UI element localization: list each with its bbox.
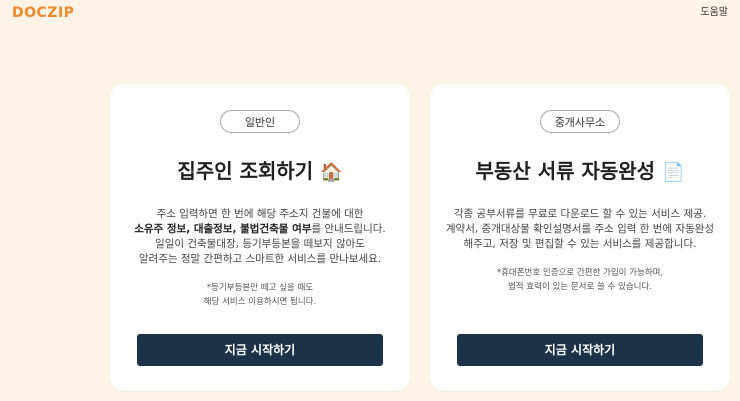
desc-line: 소유주 정보, 대출정보, 불법건축물 여부를 안내드립니다. — [110, 222, 410, 237]
note-line: 해당 서비스 이용하시면 됩니다. — [203, 297, 317, 307]
card-title-text: 부동산 서류 자동완성 — [475, 159, 656, 183]
desc-line: 해주고, 저장 및 편집할 수 있는 서비스를 제공합니다. — [463, 238, 697, 250]
desc-rest: 를 안내드립니다. — [311, 223, 386, 235]
card-title-text: 집주인 조회하기 — [177, 159, 314, 183]
desc-line: 알려주는 정말 간편하고 스마트한 서비스를 만나보세요. — [138, 253, 382, 265]
house-icon: 🏠 — [320, 162, 343, 183]
desc-line: 주소 입력하면 한 번에 해당 주소지 건물에 대한 — [156, 208, 364, 220]
note-line: *휴대폰번호 인증으로 간편한 가입이 가능하며, — [496, 268, 664, 278]
start-owner-lookup-button[interactable]: 지금 시작하기 — [137, 334, 383, 366]
card-title: 부동산 서류 자동완성 📄 — [430, 158, 730, 186]
badge-general-user: 일반인 — [220, 110, 300, 133]
card-owner-lookup: 일반인 집주인 조회하기 🏠 주소 입력하면 한 번에 해당 주소지 건물에 대… — [110, 84, 410, 391]
card-description: 각종 공부서류를 무료로 다운로드 할 수 있는 서비스 제공. 계약서, 중개… — [430, 207, 730, 252]
desc-bold: 소유주 정보, 대출정보, 불법건축물 여부 — [134, 223, 312, 235]
card-description: 주소 입력하면 한 번에 해당 주소지 건물에 대한 소유주 정보, 대출정보,… — [110, 207, 410, 267]
card-note: *휴대폰번호 인증으로 간편한 가입이 가능하며, 법적 효력이 있는 문서로 … — [430, 266, 730, 294]
doczip-logo[interactable]: DOCZIP — [12, 5, 74, 21]
badge-agency: 중개사무소 — [540, 110, 620, 133]
card-note: *등기부등본만 떼고 싶을 때도 해당 서비스 이용하시면 됩니다. — [110, 281, 410, 309]
card-title: 집주인 조회하기 🏠 — [110, 158, 410, 186]
note-line: *등기부등본만 떼고 싶을 때도 — [206, 283, 314, 293]
desc-line: 계약서, 중개대상물 확인설명서를 주소 입력 한 번에 자동완성 — [445, 223, 715, 235]
desc-line: 각종 공부서류를 무료로 다운로드 할 수 있는 서비스 제공. — [453, 208, 707, 220]
help-link[interactable]: 도움말 — [700, 6, 728, 20]
card-document-autofill: 중개사무소 부동산 서류 자동완성 📄 각종 공부서류를 무료로 다운로드 할 … — [430, 84, 730, 391]
desc-line: 일일이 건축물대장, 등기부등본을 떼보지 않아도 — [155, 238, 365, 250]
start-document-autofill-button[interactable]: 지금 시작하기 — [457, 334, 703, 366]
note-line: 법적 효력이 있는 문서로 쓸 수 있습니다. — [507, 282, 653, 292]
document-icon: 📄 — [662, 162, 685, 183]
